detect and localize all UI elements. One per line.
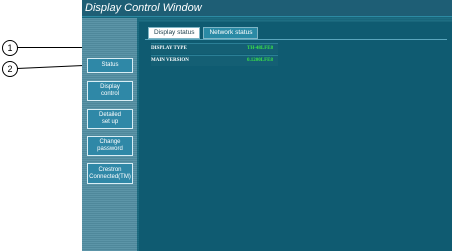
- status-row-display-type: DISPLAY TYPE TH-48LFE8: [151, 43, 278, 54]
- sidebar: Status Display control Detailed set up C…: [82, 18, 137, 251]
- callout-1: 1: [2, 40, 18, 56]
- tab-divider: [145, 39, 447, 40]
- display-type-label: DISPLAY TYPE: [151, 46, 187, 51]
- display-control-window: Display Control Window Status Display co…: [82, 0, 452, 251]
- tab-display-status[interactable]: Display status: [148, 27, 201, 39]
- crestron-connected-button[interactable]: Crestron Connected(TM): [87, 163, 133, 184]
- tab-network-status[interactable]: Network status: [203, 27, 259, 39]
- main-version-label: MAIN VERSION: [151, 58, 189, 63]
- window-title: Display Control Window: [82, 0, 452, 17]
- display-type-value: TH-48LFE8: [247, 46, 274, 51]
- main-panel: Display status Network status DISPLAY TY…: [139, 22, 452, 251]
- callout-2: 2: [2, 61, 18, 77]
- page: 1 2 Display Control Window Status Displa…: [0, 0, 452, 251]
- tab-bar: Display status Network status: [148, 27, 259, 39]
- display-control-button[interactable]: Display control: [87, 81, 133, 101]
- change-password-button[interactable]: Change password: [87, 136, 133, 156]
- detailed-set-up-button[interactable]: Detailed set up: [87, 109, 133, 129]
- main-version-value: 0.1200LFE8: [247, 58, 273, 63]
- status-button[interactable]: Status: [87, 58, 133, 73]
- status-row-main-version: MAIN VERSION 0.1200LFE8: [151, 55, 278, 66]
